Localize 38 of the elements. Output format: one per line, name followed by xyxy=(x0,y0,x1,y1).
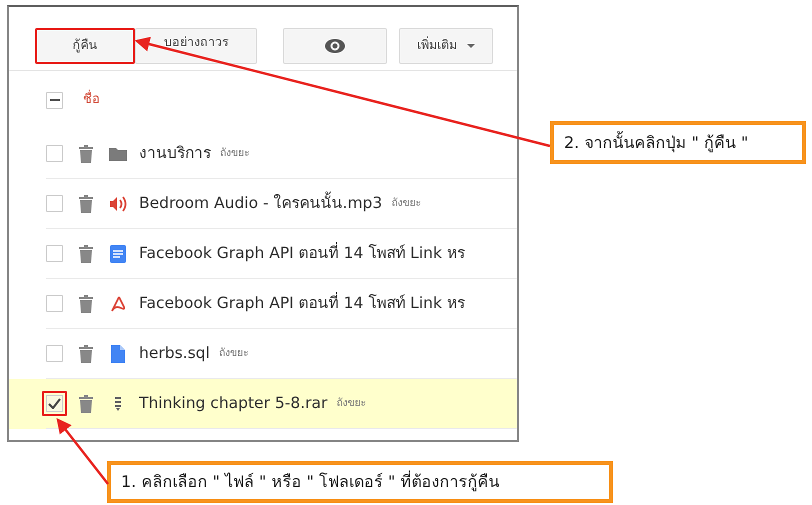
file-name[interactable]: Facebook Graph API ตอนที่ 14 โพสท์ Link หร xyxy=(139,242,465,266)
trash-icon xyxy=(79,194,93,212)
location-label: ถังขยะ xyxy=(391,196,422,211)
callout: 1. คลิกเลือก " ไฟล์ " หรือ " โฟลเดอร์ " ที่ต้องการกู้คืน xyxy=(107,461,613,503)
trash-icon xyxy=(79,394,93,412)
location-label: ถังขยะ xyxy=(220,146,250,161)
trash-icon xyxy=(79,144,93,162)
file-row[interactable]: Thinking chapter 5-8.rar ถังขยะ xyxy=(9,379,517,429)
caret-icon xyxy=(467,44,475,48)
callout: 2. จากนั้นคลิกปุ่ม " กู้คืน " xyxy=(550,121,806,164)
select-all-checkbox[interactable] xyxy=(46,92,63,108)
arrow xyxy=(56,418,109,485)
speaker-icon xyxy=(109,194,127,212)
file-row[interactable]: Bedroom Audio - ใครคนนั้น.mp3 ถังขยะ xyxy=(9,179,517,229)
more-button[interactable]: เพิ่มเติม xyxy=(399,28,493,64)
file-name[interactable]: Facebook Graph API ตอนที่ 14 โพสท์ Link หร xyxy=(139,292,465,316)
file-icon xyxy=(109,344,127,362)
eye-icon xyxy=(324,38,346,54)
checkmark-icon xyxy=(48,398,61,409)
file-row[interactable]: Facebook Graph API ตอนที่ 14 โพสท์ Link หร xyxy=(9,279,517,329)
trash-icon xyxy=(79,294,93,312)
preview-button[interactable] xyxy=(283,28,387,64)
toolbar-button[interactable]: กู้คืน xyxy=(35,28,135,64)
file-name[interactable]: herbs.sql xyxy=(139,342,210,366)
location-label: ถังขยะ xyxy=(336,396,366,411)
checkbox[interactable] xyxy=(42,391,67,416)
file-name[interactable]: Thinking chapter 5-8.rar xyxy=(139,392,328,416)
location-label: ถังขยะ xyxy=(218,346,249,361)
file-row[interactable]: Facebook Graph API ตอนที่ 14 โพสท์ Link หร xyxy=(9,229,517,279)
column-header[interactable]: ชื่อ xyxy=(83,90,100,110)
file-row[interactable]: งานบริการ ถังขยะ xyxy=(9,129,517,179)
file-name[interactable]: งานบริการ xyxy=(139,142,211,166)
file-name[interactable]: Bedroom Audio - ใครคนนั้น.mp3 xyxy=(139,192,382,216)
toolbar-button[interactable]: บอย่างถาวร xyxy=(135,28,257,64)
pdf-icon xyxy=(109,294,127,312)
document-icon xyxy=(109,244,127,262)
trash-icon xyxy=(79,244,93,262)
trash-icon xyxy=(79,344,93,362)
